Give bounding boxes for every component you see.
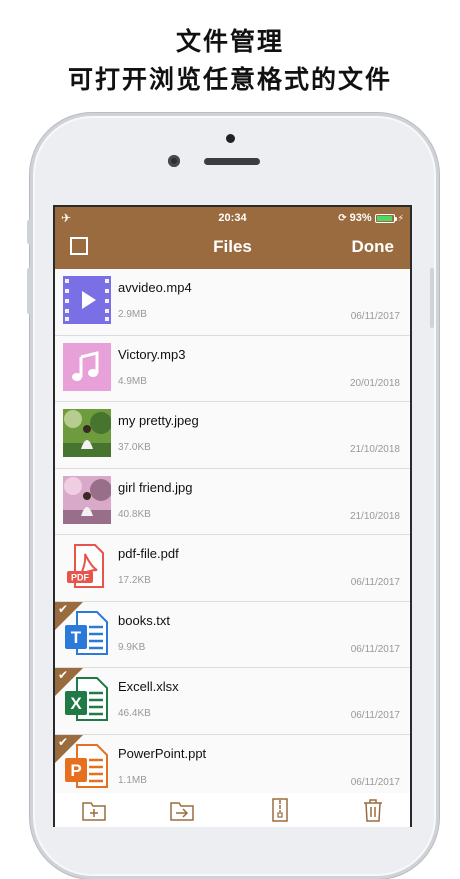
photo-thumbnail (63, 409, 111, 457)
bottom-toolbar (55, 793, 410, 827)
file-name: pdf-file.pdf (118, 546, 179, 561)
file-row[interactable]: ✔ T books.txt 9.9KB 06/11/2017 (55, 601, 410, 668)
file-name: books.txt (118, 612, 171, 628)
file-date: 06/11/2017 (350, 577, 400, 588)
pdf-icon: PDF (63, 542, 111, 590)
rotation-lock-icon: ⟳ (338, 212, 347, 224)
phone-power-button (430, 268, 434, 328)
file-name: PowerPoint.ppt (118, 745, 207, 761)
file-size: 46.4KB (118, 708, 151, 719)
trash-icon[interactable] (360, 797, 386, 823)
file-row[interactable]: ✔ P PowerPoint.ppt 1.1MB 06/11/2017 (55, 734, 410, 801)
status-bar: ✈ 20:34 ⟳ 93% ⚡ (55, 211, 410, 226)
headline-subtitle: 可打开浏览任意格式的文件 (67, 65, 392, 94)
checkmark-icon: ✔ (58, 601, 69, 616)
file-name: Victory.mp3 (118, 346, 186, 362)
file-date: 06/11/2017 (350, 643, 400, 655)
photo-thumbnail (63, 475, 111, 524)
file-date: 06/11/2017 (350, 776, 400, 788)
checkmark-icon: ✔ (58, 668, 69, 682)
file-name: my pretty.jpeg (118, 413, 199, 428)
file-name: Excell.xlsx (118, 679, 179, 694)
file-row[interactable]: my pretty.jpeg 37.0KB 21/10/2018 (55, 402, 410, 469)
file-row[interactable]: ✔ X Excell.xlsx 46.4KB 06/11/2017 (55, 668, 410, 735)
proximity-sensor (168, 155, 180, 167)
svg-text:P: P (70, 761, 81, 780)
file-list: avvideo.mp4 2.9MB 06/11/2017 Victory.mp3… (55, 269, 410, 801)
headline-title: 文件管理 (175, 27, 284, 56)
file-row[interactable]: girl friend.jpg 40.8KB 21/10/2018 (55, 468, 410, 535)
zip-archive-icon[interactable] (267, 797, 293, 823)
file-date: 21/10/2018 (349, 510, 400, 522)
charging-bolt-icon: ⚡ (397, 212, 404, 223)
file-size: 17.2KB (118, 575, 151, 586)
checkmark-icon: ✔ (58, 734, 69, 749)
file-date: 06/11/2017 (350, 710, 400, 721)
file-row[interactable]: Victory.mp3 4.9MB 20/01/2018 (55, 335, 410, 402)
navigation-bar: ✈ 20:34 ⟳ 93% ⚡ Files Done (55, 207, 410, 269)
file-date: 21/10/2018 (349, 444, 400, 455)
file-row[interactable]: PDF pdf-file.pdf 17.2KB 06/11/2017 (55, 535, 410, 602)
status-right: ⟳ 93% ⚡ (338, 212, 404, 224)
file-size: 9.9KB (118, 641, 146, 653)
file-size: 4.9MB (118, 375, 147, 387)
file-size: 37.0KB (118, 442, 151, 453)
file-name: avvideo.mp4 (118, 280, 192, 295)
file-size: 40.8KB (118, 508, 151, 520)
file-name: girl friend.jpg (118, 479, 193, 495)
battery-icon (374, 213, 397, 223)
nav-row: Files Done (55, 233, 410, 263)
done-button[interactable]: Done (352, 237, 395, 257)
earpiece-speaker (204, 158, 260, 165)
phone-mute-switch (27, 220, 31, 244)
phone-screen: ✈ 20:34 ⟳ 93% ⚡ Files Done avvideo.mp4 2… (53, 205, 412, 827)
new-folder-icon[interactable] (81, 797, 107, 823)
file-size: 1.1MB (118, 774, 147, 786)
svg-text:X: X (70, 694, 82, 713)
svg-text:T: T (71, 628, 82, 647)
file-date: 20/01/2018 (349, 377, 400, 389)
pdf-icon-label: PDF (71, 573, 90, 583)
phone-volume-up (27, 268, 31, 314)
battery-percent: 93% (349, 212, 372, 224)
file-row[interactable]: avvideo.mp4 2.9MB 06/11/2017 (55, 269, 410, 336)
video-icon (63, 276, 111, 324)
front-camera (226, 134, 235, 143)
file-date: 06/11/2017 (350, 311, 400, 322)
file-size: 2.9MB (118, 309, 147, 320)
music-icon (63, 342, 111, 391)
move-to-folder-icon[interactable] (169, 797, 195, 823)
